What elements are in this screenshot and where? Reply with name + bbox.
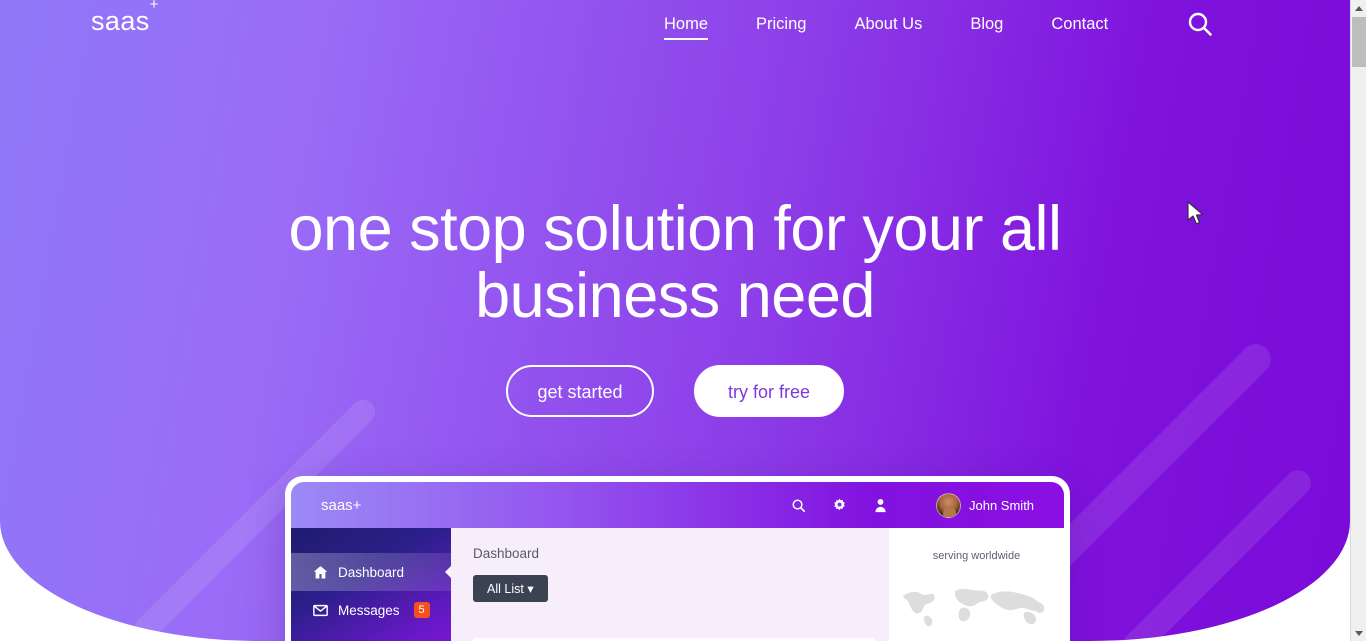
nav-item-about-us-label: About Us	[854, 15, 923, 33]
browser-scrollbar[interactable]	[1350, 0, 1366, 641]
avatar	[936, 492, 961, 518]
sidebar-item-messages-badge: 5	[413, 602, 430, 618]
dashboard-body: Dashboard Messages 5 Dashboard All List …	[291, 528, 1064, 641]
dashboard-topbar: saas+ John Smith	[291, 482, 1064, 528]
hero-headline-line-1: one stop solution for your all	[288, 194, 1062, 264]
try-for-free-button[interactable]: try for free	[694, 365, 844, 417]
scrollbar-down-arrow[interactable]	[1351, 625, 1366, 641]
sidebar-item-dashboard[interactable]: Dashboard	[291, 553, 451, 591]
top-navigation-bar: saas+ Home Pricing About Us Blog Contact	[0, 0, 1350, 48]
sidebar-item-dashboard-label: Dashboard	[338, 564, 405, 580]
nav-item-pricing[interactable]: Pricing	[732, 0, 830, 48]
dashboard-sidebar: Dashboard Messages 5	[291, 528, 451, 641]
hero-headline-line-2: business need	[475, 261, 875, 331]
serving-worldwide-label: serving worldwide	[932, 550, 1021, 562]
dashboard-mockup: saas+ John Smith Dashboard Messages 5 Da…	[285, 476, 1070, 641]
dashboard-screen: saas+ John Smith Dashboard Messages 5 Da…	[291, 482, 1064, 641]
nav-menu: Home Pricing About Us Blog Contact	[640, 0, 1132, 48]
search-icon[interactable]	[1186, 10, 1214, 38]
dashboard-user-name: John Smith	[969, 497, 1035, 513]
nav-item-blog[interactable]: Blog	[946, 0, 1027, 48]
sidebar-item-messages[interactable]: Messages 5	[291, 591, 451, 629]
nav-item-pricing-label: Pricing	[756, 15, 807, 33]
dashboard-main-panel: Dashboard All List ▾ 2500	[451, 528, 889, 641]
nav-item-home[interactable]: Home	[640, 0, 732, 48]
dashboard-icon-group	[791, 498, 888, 513]
nav-item-contact-label: Contact	[1051, 15, 1109, 33]
nav-item-home-label: Home	[664, 15, 709, 33]
hero-headline: one stop solution for your all business …	[0, 196, 1350, 330]
all-list-dropdown-label: All List	[487, 582, 524, 596]
chevron-down-icon: ▾	[527, 582, 534, 596]
nav-item-contact[interactable]: Contact	[1027, 0, 1132, 48]
site-logo-text: saas	[91, 6, 150, 36]
sidebar-item-messages-label: Messages	[338, 602, 400, 618]
dashboard-page-title: Dashboard	[473, 546, 540, 561]
site-logo[interactable]: saas+	[91, 0, 159, 36]
dashboard-user-profile[interactable]: John Smith	[936, 492, 1035, 518]
dashboard-search-icon[interactable]	[791, 498, 806, 513]
get-started-button[interactable]: get started	[506, 365, 654, 417]
page-root: saas+ Home Pricing About Us Blog Contact	[0, 0, 1366, 641]
envelope-icon	[313, 603, 328, 618]
hero-cta-row: get started try for free	[0, 365, 1350, 417]
scrollbar-up-arrow[interactable]	[1351, 0, 1366, 16]
nav-item-blog-label: Blog	[970, 15, 1004, 33]
nav-item-about-us[interactable]: About Us	[830, 0, 946, 48]
dashboard-gear-icon[interactable]	[832, 498, 847, 513]
scrollbar-thumb[interactable]	[1352, 17, 1366, 67]
dashboard-user-icon[interactable]	[873, 498, 888, 513]
dashboard-logo: saas+	[321, 496, 362, 514]
site-logo-superscript: +	[149, 0, 159, 13]
all-list-dropdown[interactable]: All List ▾	[473, 575, 548, 602]
world-map-icon	[903, 588, 1045, 627]
home-icon	[313, 565, 328, 580]
dashboard-right-panel: serving worldwide	[889, 528, 1064, 641]
